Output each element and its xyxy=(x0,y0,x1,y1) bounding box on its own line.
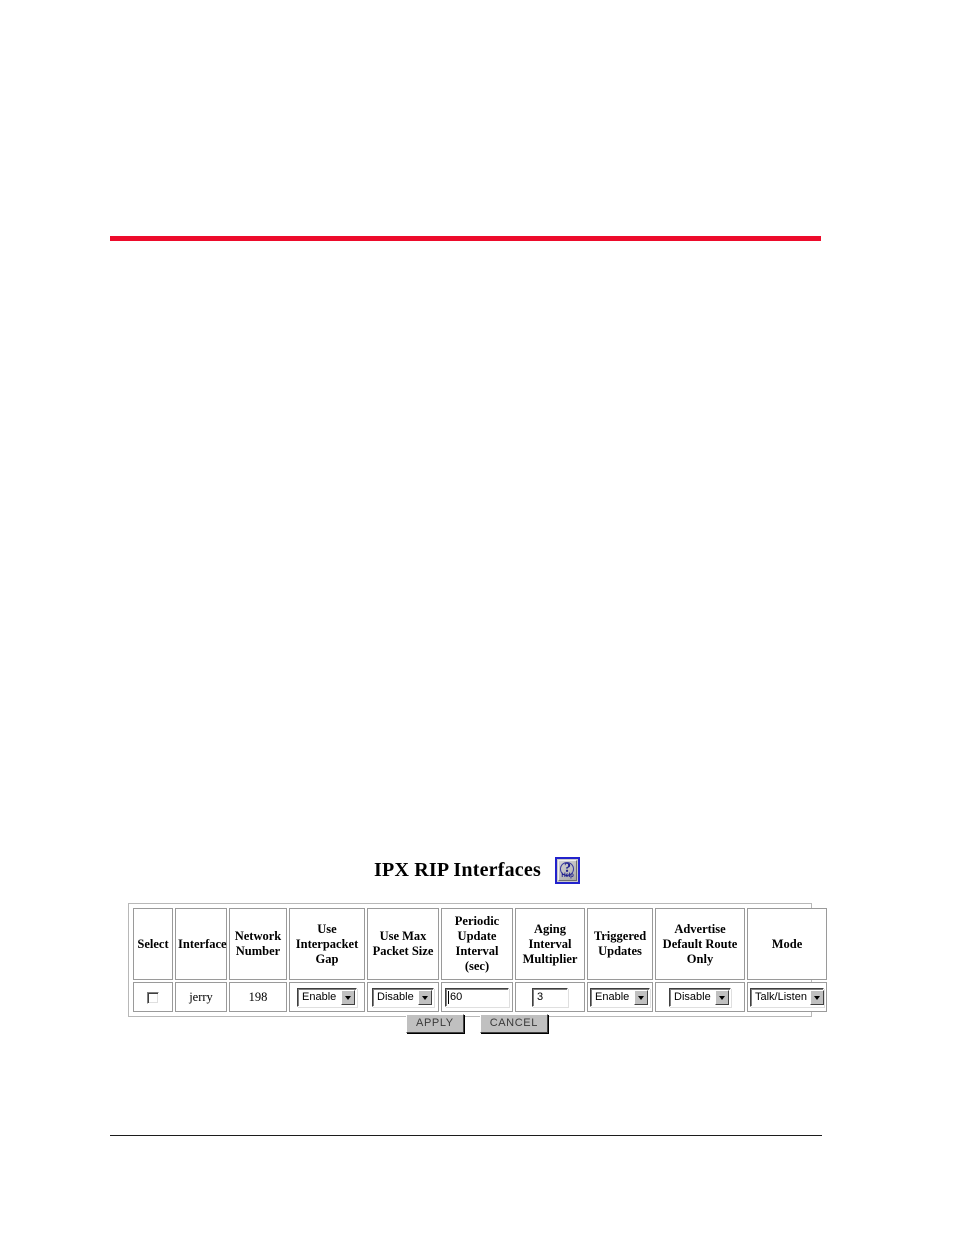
cell-select xyxy=(133,982,173,1012)
advertise-default-route-only-value: Disable xyxy=(674,990,711,1003)
column-header-periodic-update-interval-line3: Interval xyxy=(455,944,499,958)
column-header-use-max-packet-size-line2: Packet Size xyxy=(372,944,434,958)
use-max-packet-size-value: Disable xyxy=(377,990,414,1003)
column-header-interface: Interface xyxy=(175,908,227,980)
column-header-use-interpacket-gap-line2: Interpacket xyxy=(295,936,359,951)
column-header-advertise-default-route-only-line3: Only xyxy=(686,951,714,966)
triggered-updates-value: Enable xyxy=(595,990,630,1003)
text-caret xyxy=(448,990,449,1004)
column-header-triggered-updates: Triggered Updates xyxy=(587,908,653,980)
column-header-periodic-update-interval-line2: Update xyxy=(457,929,497,943)
column-header-aging-interval-multiplier: Aging Interval Multiplier xyxy=(515,908,585,980)
header-red-rule xyxy=(110,236,821,241)
column-header-network-number-line2: Number xyxy=(235,944,281,958)
chevron-down-icon[interactable] xyxy=(418,989,432,1005)
column-header-use-max-packet-size-line1: Use Max xyxy=(379,929,427,943)
column-header-mode-line1: Mode xyxy=(771,936,803,951)
column-header-periodic-update-interval: Periodic Update Interval (sec) xyxy=(441,908,513,980)
cancel-button[interactable]: CANCEL xyxy=(479,1014,548,1033)
help-icon-label: Help xyxy=(561,872,574,879)
periodic-update-interval-input[interactable]: 60 xyxy=(445,987,509,1007)
chevron-down-icon[interactable] xyxy=(809,989,824,1005)
use-max-packet-size-dropdown[interactable]: Disable xyxy=(372,987,434,1007)
column-header-mode: Mode xyxy=(747,908,827,980)
column-header-use-interpacket-gap-line1: Use xyxy=(317,921,337,936)
chevron-down-icon[interactable] xyxy=(634,989,648,1005)
chevron-down-icon[interactable] xyxy=(715,989,729,1005)
cell-use-max-packet-size: Disable xyxy=(367,982,439,1012)
column-header-select: Select xyxy=(133,908,173,980)
column-header-advertise-default-route-only: Advertise Default Route Only xyxy=(655,908,745,980)
cell-aging-interval-multiplier: 3 xyxy=(515,982,585,1012)
mode-dropdown[interactable]: Talk/Listen xyxy=(750,987,824,1007)
table-row: jerry 198 Enable Disable 60 3 Enable Dis… xyxy=(133,982,827,1012)
advertise-default-route-only-dropdown[interactable]: Disable xyxy=(669,987,731,1007)
periodic-update-interval-value: 60 xyxy=(450,990,463,1003)
column-header-aging-interval-multiplier-line2: Interval xyxy=(528,936,572,951)
column-header-periodic-update-interval-line1: Periodic xyxy=(454,914,500,928)
column-header-network-number-line1: Network xyxy=(234,929,282,943)
aging-interval-multiplier-input[interactable]: 3 xyxy=(532,987,568,1007)
column-header-triggered-updates-line1: Triggered xyxy=(593,929,647,943)
cell-mode: Talk/Listen xyxy=(747,982,827,1012)
use-interpacket-gap-value: Enable xyxy=(302,990,337,1003)
column-header-triggered-updates-line2: Updates xyxy=(598,944,642,958)
cell-periodic-update-interval: 60 xyxy=(441,982,513,1012)
column-header-network-number: Network Number xyxy=(229,908,287,980)
ipx-rip-interfaces-table: Select Interface Network Number Use Inte… xyxy=(131,906,829,1014)
column-header-use-interpacket-gap: Use Interpacket Gap xyxy=(289,908,365,980)
figure-title-row: IPX RIP Interfaces ? Help xyxy=(0,850,954,890)
cell-use-interpacket-gap: Enable xyxy=(289,982,365,1012)
table-header-row: Select Interface Network Number Use Inte… xyxy=(133,908,827,980)
ipx-rip-interfaces-figure: IPX RIP Interfaces ? Help Select Interfa… xyxy=(0,850,954,1033)
column-header-use-max-packet-size: Use Max Packet Size xyxy=(367,908,439,980)
cell-network-number: 198 xyxy=(229,982,287,1012)
apply-button[interactable]: APPLY xyxy=(406,1014,464,1033)
mode-value: Talk/Listen xyxy=(755,990,807,1003)
column-header-advertise-default-route-only-line1: Advertise xyxy=(674,921,726,936)
column-header-periodic-update-interval-line4: (sec) xyxy=(464,959,490,973)
cell-interface: jerry xyxy=(175,982,227,1012)
aging-interval-multiplier-value: 3 xyxy=(537,990,544,1003)
page-title: IPX RIP Interfaces xyxy=(374,858,541,881)
chevron-down-icon[interactable] xyxy=(341,989,355,1005)
cell-advertise-default-route-only: Disable xyxy=(655,982,745,1012)
help-icon[interactable]: ? Help xyxy=(554,856,580,884)
column-header-aging-interval-multiplier-line1: Aging xyxy=(534,921,566,936)
select-checkbox[interactable] xyxy=(147,991,159,1004)
column-header-advertise-default-route-only-line2: Default Route xyxy=(662,936,738,951)
cell-triggered-updates: Enable xyxy=(587,982,653,1012)
triggered-updates-dropdown[interactable]: Enable xyxy=(590,987,650,1007)
column-header-select-line1: Select xyxy=(137,936,169,951)
help-icon-face: ? Help xyxy=(557,859,577,881)
column-header-use-interpacket-gap-line3: Gap xyxy=(315,951,339,966)
use-interpacket-gap-dropdown[interactable]: Enable xyxy=(297,987,357,1007)
ipx-rip-interfaces-table-wrapper: Select Interface Network Number Use Inte… xyxy=(128,903,827,1017)
footer-rule xyxy=(110,1135,822,1136)
form-actions: APPLY CANCEL xyxy=(0,1014,954,1033)
column-header-aging-interval-multiplier-line3: Multiplier xyxy=(522,951,578,966)
column-header-interface-line1: Interface xyxy=(178,936,227,951)
